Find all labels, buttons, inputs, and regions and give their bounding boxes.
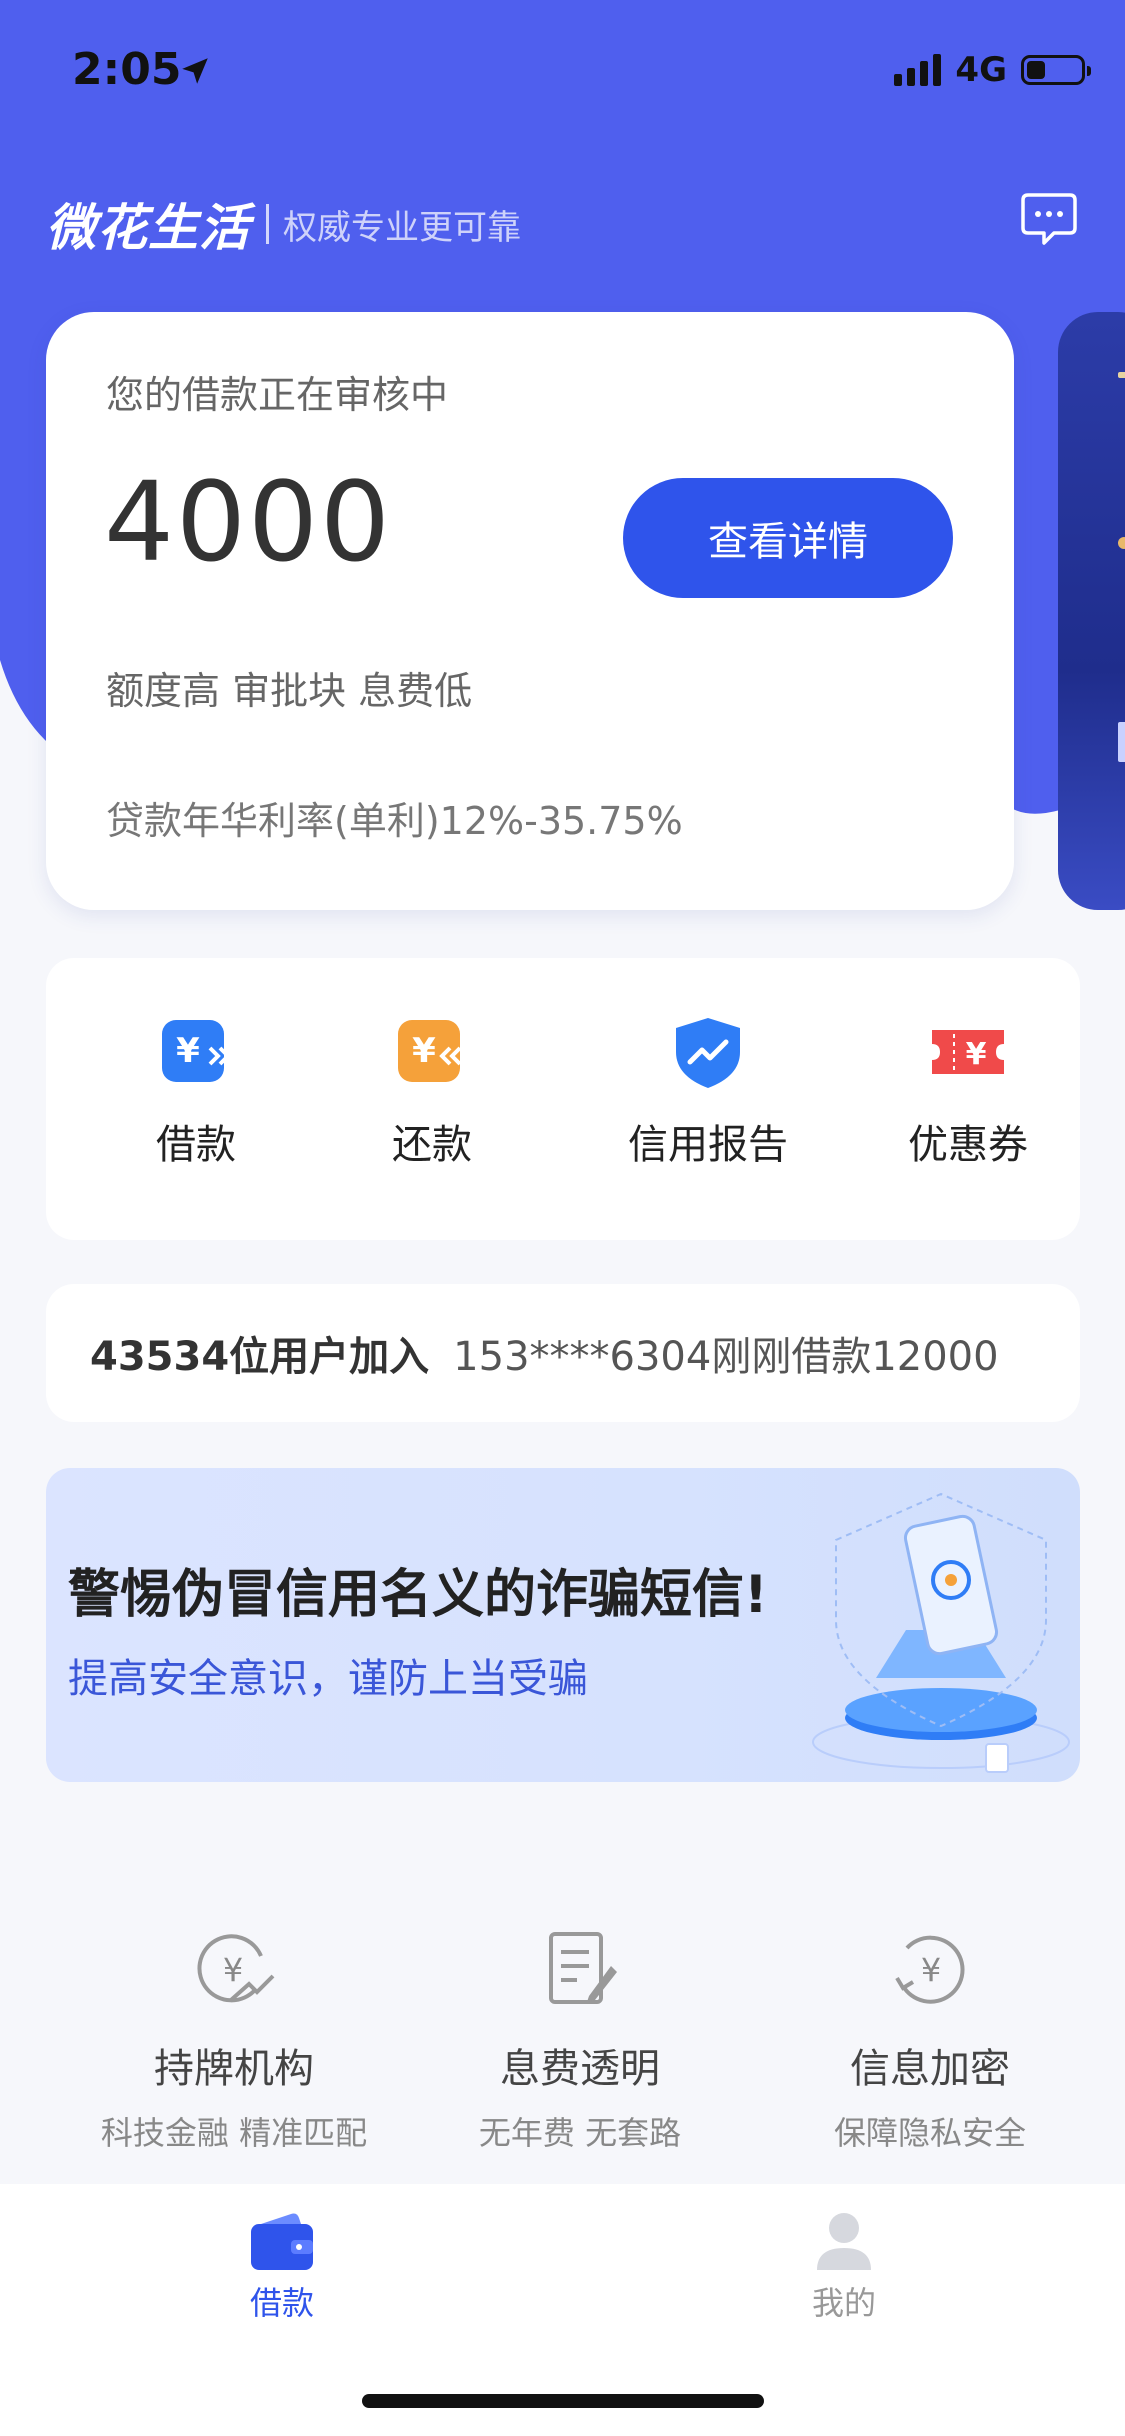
tab-label: 借款 bbox=[249, 2284, 314, 2322]
action-label: 还款 bbox=[392, 1122, 472, 1168]
svg-text:¥: ¥ bbox=[966, 1037, 987, 1072]
brand-slogan: 权威专业更可靠 bbox=[283, 207, 521, 248]
status-indicators: 4G bbox=[894, 50, 1091, 90]
feature-subtitle: 无年费 无套路 bbox=[478, 2114, 682, 2152]
licensed-yuan-icon: ¥ bbox=[197, 1934, 275, 2003]
brand-header: 微花生活 权威专业更可靠 bbox=[46, 188, 521, 260]
view-details-button[interactable]: 查看详情 bbox=[623, 478, 953, 598]
user-count: 43534位用户加入 bbox=[90, 1334, 430, 1380]
shield-chart-icon bbox=[676, 1018, 740, 1088]
user-icon bbox=[817, 2213, 871, 2270]
tab-borrow[interactable]: 借款 bbox=[182, 2210, 382, 2324]
cellular-signal-icon bbox=[894, 54, 942, 86]
feature-subtitle: 科技金融 精准匹配 bbox=[100, 2114, 368, 2152]
banner-subtitle: 提高安全意识，谨防上当受骗 bbox=[68, 1656, 588, 1702]
loan-rate: 贷款年华利率(单利)12%-35.75% bbox=[106, 799, 683, 843]
banner-title: 警惕伪冒信用名义的诈骗短信! bbox=[68, 1565, 768, 1625]
action-label: 信用报告 bbox=[628, 1122, 788, 1168]
feature-title: 持牌机构 bbox=[154, 2046, 314, 2092]
status-time: 2:05 bbox=[72, 44, 182, 95]
chat-bubble-icon[interactable] bbox=[1020, 192, 1078, 246]
wallet-icon bbox=[251, 2213, 313, 2270]
svg-text:¥: ¥ bbox=[223, 1951, 243, 1989]
feature-transparent: 息费透明 无年费 无套路 bbox=[410, 1926, 750, 2154]
svg-text:¥: ¥ bbox=[176, 1031, 200, 1071]
yuan-back-icon: ¥ bbox=[398, 1020, 462, 1082]
battery-icon bbox=[1021, 55, 1091, 85]
home-indicator[interactable] bbox=[362, 2394, 764, 2408]
action-coupons[interactable]: ¥ 优惠券 bbox=[868, 1014, 1068, 1170]
document-edit-icon bbox=[549, 1932, 617, 2004]
feature-title: 信息加密 bbox=[850, 2046, 1010, 2092]
next-promo-card[interactable] bbox=[1058, 312, 1125, 910]
action-credit-report[interactable]: 信用报告 bbox=[578, 1014, 838, 1170]
quick-actions: ¥ 借款 ¥ 还款 信用报告 ¥ 优惠券 bbox=[46, 958, 1080, 1240]
loan-status-text: 您的借款正在审核中 bbox=[106, 373, 449, 417]
action-borrow[interactable]: ¥ 借款 bbox=[108, 1014, 284, 1170]
security-phone-illustration bbox=[812, 1492, 1070, 1773]
feature-subtitle: 保障隐私安全 bbox=[833, 2114, 1026, 2152]
network-type: 4G bbox=[955, 50, 1007, 90]
activity-ticker: 43534位用户加入 153****6304刚刚借款12000 bbox=[46, 1284, 1080, 1422]
encrypt-yuan-icon: ¥ bbox=[895, 1935, 965, 2004]
coupon-ticket-icon: ¥ bbox=[932, 1030, 1004, 1074]
loan-amount: 4000 bbox=[104, 458, 392, 586]
action-label: 优惠券 bbox=[908, 1122, 1028, 1168]
location-arrow-icon bbox=[182, 58, 208, 84]
fraud-warning-banner[interactable]: 警惕伪冒信用名义的诈骗短信! 提高安全意识，谨防上当受骗 bbox=[46, 1468, 1080, 1782]
svg-text:¥: ¥ bbox=[921, 1951, 941, 1989]
tab-label: 我的 bbox=[811, 2284, 876, 2322]
loan-tags: 额度高 审批块 息费低 bbox=[106, 669, 473, 713]
brand-divider bbox=[266, 204, 269, 244]
feature-encryption: ¥ 信息加密 保障隐私安全 bbox=[760, 1926, 1100, 2154]
action-repay[interactable]: ¥ 还款 bbox=[344, 1014, 520, 1170]
svg-text:¥: ¥ bbox=[412, 1031, 436, 1071]
feature-licensed: ¥ 持牌机构 科技金融 精准匹配 bbox=[64, 1926, 404, 2154]
feature-title: 息费透明 bbox=[500, 2046, 660, 2092]
tab-profile[interactable]: 我的 bbox=[744, 2210, 944, 2324]
status-bar: 2:05 4G bbox=[0, 40, 1125, 100]
action-label: 借款 bbox=[156, 1122, 236, 1168]
brand-logo: 微花生活 bbox=[46, 199, 250, 257]
recent-loan-message: 153****6304刚刚借款12000 bbox=[453, 1334, 999, 1380]
loan-status-card[interactable]: 您的借款正在审核中 4000 查看详情 额度高 审批块 息费低 贷款年华利率(单… bbox=[46, 312, 1014, 910]
yuan-forward-icon: ¥ bbox=[162, 1020, 231, 1082]
